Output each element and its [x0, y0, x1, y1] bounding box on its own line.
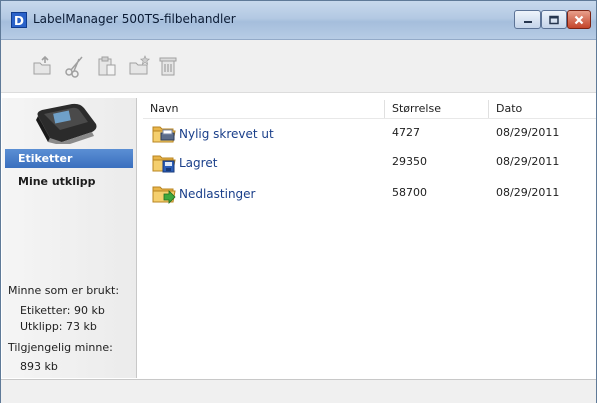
column-header-name[interactable]: Navn — [143, 100, 385, 118]
maximize-icon — [549, 15, 559, 24]
delete-button[interactable] — [156, 54, 180, 78]
memory-used-heading: Minne som er brukt: — [8, 284, 120, 297]
folder-star-icon — [129, 55, 151, 75]
name-cell: Nylig skrevet ut — [152, 122, 274, 146]
file-manager-window: D LabelManager 500TS-filbehandler Etiket… — [0, 0, 597, 403]
sidebar-item-etiketter[interactable]: Etiketter — [5, 149, 133, 168]
table-row[interactable]: Nylig skrevet ut 4727 08/29/2011 — [143, 122, 596, 146]
size-cell: 58700 — [392, 186, 427, 199]
file-name: Nylig skrevet ut — [179, 127, 274, 141]
name-cell: Lagret — [152, 151, 217, 175]
date-cell: 08/29/2011 — [496, 186, 560, 199]
status-bar — [1, 379, 596, 403]
file-name: Nedlastinger — [179, 187, 256, 201]
window-title: LabelManager 500TS-filbehandler — [33, 12, 236, 26]
date-cell: 08/29/2011 — [496, 155, 560, 168]
memory-clips-used: Utklipp: 73 kb — [20, 320, 97, 333]
minimize-icon — [523, 20, 532, 23]
column-header-size[interactable]: Størrelse — [385, 100, 489, 118]
folder-printer-icon — [152, 126, 176, 143]
close-button[interactable] — [567, 10, 591, 29]
header-divider — [143, 118, 596, 119]
column-header-date[interactable]: Dato — [489, 100, 596, 118]
size-cell: 4727 — [392, 126, 420, 139]
title-bar[interactable]: D LabelManager 500TS-filbehandler — [1, 1, 596, 40]
sidebar: Etiketter Mine utklipp Minne som er bruk… — [2, 98, 137, 378]
sidebar-item-mine-utklipp[interactable]: Mine utklipp — [5, 172, 133, 191]
folder-download-icon — [152, 186, 176, 204]
memory-available-heading: Tilgjengelig minne: — [8, 341, 113, 354]
cut-scissors-icon — [65, 56, 83, 78]
folder-save-icon — [152, 155, 176, 173]
paste-clipboard-icon — [98, 56, 116, 76]
memory-labels-used: Etiketter: 90 kb — [20, 304, 105, 317]
table-row[interactable]: Lagret 29350 08/29/2011 — [143, 151, 596, 175]
table-row[interactable]: Nedlastinger 58700 08/29/2011 — [143, 182, 596, 206]
label-printer-device-icon — [36, 103, 97, 144]
date-cell: 08/29/2011 — [496, 126, 560, 139]
size-cell: 29350 — [392, 155, 427, 168]
cut-button[interactable] — [63, 54, 87, 78]
file-name: Lagret — [179, 156, 218, 170]
close-icon — [574, 15, 584, 24]
new-folder-button[interactable] — [127, 54, 151, 78]
maximize-button[interactable] — [541, 10, 567, 29]
memory-available-value: 893 kb — [20, 360, 58, 373]
new-folder-up-icon — [33, 55, 51, 75]
new-folder-up-button[interactable] — [31, 54, 55, 78]
name-cell: Nedlastinger — [152, 182, 256, 206]
file-list: Navn Størrelse Dato Nylig skrevet ut 472… — [143, 98, 596, 378]
minimize-button[interactable] — [514, 10, 541, 29]
toolbar — [1, 40, 596, 93]
delete-trash-icon — [159, 57, 177, 76]
app-logo-icon: D — [11, 12, 27, 28]
paste-button[interactable] — [95, 54, 119, 78]
